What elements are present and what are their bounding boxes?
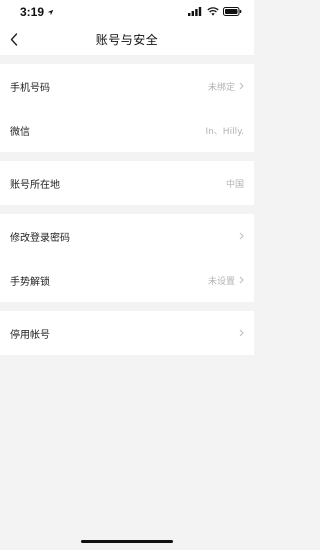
- row-value: 中国: [225, 179, 244, 190]
- row-label: 停用帐号: [10, 329, 50, 341]
- row-label: 微信: [10, 126, 30, 138]
- settings-group-security: 修改登录密码 手势解锁 未设置: [0, 214, 254, 302]
- navigation-bar: 账号与安全: [0, 23, 254, 55]
- row-right: [239, 329, 244, 337]
- status-bar: 3:19: [0, 0, 254, 23]
- chevron-right-icon: [239, 329, 244, 337]
- row-right: In、Hilly.: [205, 124, 244, 137]
- section-gap: [0, 205, 254, 214]
- status-time-group: 3:19: [20, 5, 54, 19]
- status-time: 3:19: [20, 5, 45, 19]
- row-change-password[interactable]: 修改登录密码: [0, 214, 254, 258]
- account-security-screen: 3:19 账号与安全 手机号码 未绑定 微信 In、Hilly. 账号所在地 中…: [0, 0, 254, 550]
- row-wechat[interactable]: 微信 In、Hilly.: [0, 108, 254, 152]
- row-gesture-unlock[interactable]: 手势解锁 未设置: [0, 258, 254, 302]
- signal-icon: [188, 7, 202, 16]
- row-value: 未设置: [207, 276, 235, 287]
- location-arrow-icon: [47, 9, 54, 15]
- section-gap: [0, 152, 254, 161]
- chevron-left-icon: [10, 32, 18, 46]
- row-label: 手机号码: [10, 82, 50, 94]
- row-label: 修改登录密码: [10, 232, 70, 244]
- row-phone-number[interactable]: 手机号码 未绑定: [0, 64, 254, 108]
- chevron-right-icon: [239, 276, 244, 284]
- row-right: 中国: [226, 177, 244, 190]
- row-right: 未设置: [208, 274, 244, 287]
- row-right: 未绑定: [208, 80, 244, 93]
- row-value: 未绑定: [207, 82, 235, 93]
- settings-group-binding: 手机号码 未绑定 微信 In、Hilly.: [0, 64, 254, 152]
- wifi-icon: [207, 7, 219, 16]
- section-gap: [0, 55, 254, 64]
- status-icons: [188, 7, 242, 16]
- row-right: [239, 232, 244, 240]
- back-button[interactable]: [2, 27, 26, 51]
- row-value: In、Hilly.: [205, 126, 244, 137]
- battery-icon: [223, 7, 242, 16]
- row-label: 账号所在地: [10, 179, 60, 191]
- settings-group-region: 账号所在地 中国: [0, 161, 254, 205]
- header-area: 3:19 账号与安全: [0, 0, 254, 55]
- page-title: 账号与安全: [95, 32, 159, 47]
- row-label: 手势解锁: [10, 276, 50, 288]
- settings-group-deactivate: 停用帐号: [0, 311, 254, 355]
- chevron-right-icon: [239, 232, 244, 240]
- home-indicator[interactable]: [81, 540, 173, 543]
- row-account-region[interactable]: 账号所在地 中国: [0, 161, 254, 205]
- row-deactivate-account[interactable]: 停用帐号: [0, 311, 254, 355]
- chevron-right-icon: [239, 82, 244, 90]
- section-gap: [0, 302, 254, 311]
